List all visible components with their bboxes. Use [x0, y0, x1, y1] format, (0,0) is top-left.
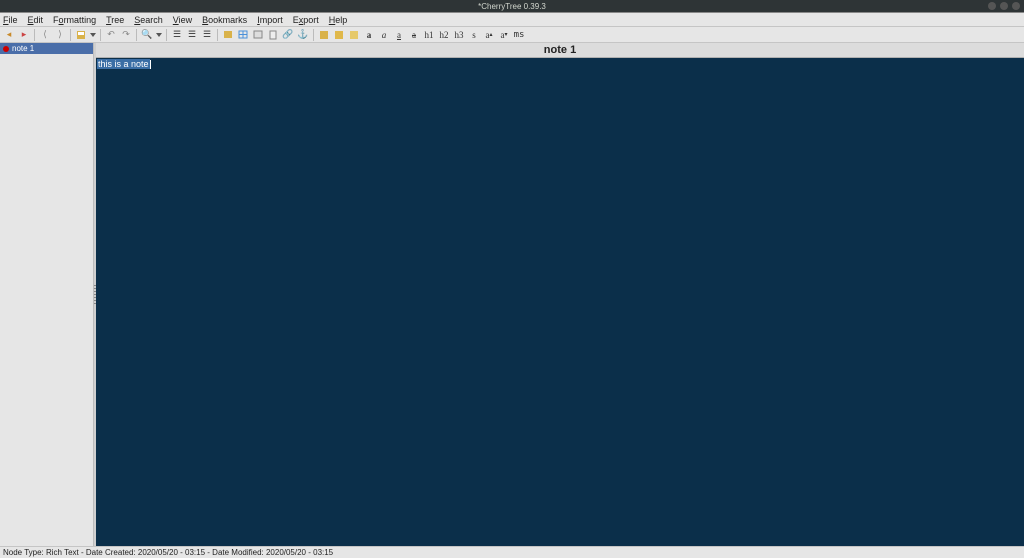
menu-tree[interactable]: Tree — [106, 15, 124, 25]
maximize-button[interactable] — [1000, 2, 1008, 10]
editor-wrap: this is a note — [96, 58, 1024, 546]
color-fg-icon[interactable] — [318, 29, 330, 41]
zoom-in-icon[interactable]: 🔍 — [141, 29, 153, 41]
save-dropdown[interactable] — [90, 29, 96, 41]
main-body: note 1 note 1 this is a note — [0, 43, 1024, 546]
node-title: note 1 — [96, 43, 1024, 58]
redo-icon[interactable]: ↷ — [120, 29, 132, 41]
tree-item-label: note 1 — [12, 44, 34, 53]
color-bg-icon[interactable] — [333, 29, 345, 41]
menu-view[interactable]: View — [173, 15, 192, 25]
menu-bar: File Edit Formatting Tree Search View Bo… — [0, 13, 1024, 27]
toolbar-separator — [70, 29, 71, 41]
text-cursor — [150, 60, 151, 69]
superscript-button[interactable]: a▴ — [483, 29, 495, 41]
toolbar-separator — [217, 29, 218, 41]
menu-search[interactable]: Search — [134, 15, 163, 25]
nav-back-icon[interactable]: ⟨ — [39, 29, 51, 41]
toolbar-separator — [166, 29, 167, 41]
toolbar: ◂ ▸ ⟨ ⟩ ↶ ↷ 🔍 ☰ ☰ ☰ 🔗 ⚓ a a a a h1 h2 h3 — [0, 27, 1024, 43]
todo-list-icon[interactable]: ☰ — [201, 29, 213, 41]
monospace-button[interactable]: ms — [513, 29, 525, 41]
arrow-left-icon[interactable]: ◂ — [3, 29, 15, 41]
menu-import[interactable]: Import — [257, 15, 283, 25]
underline-button[interactable]: a — [393, 29, 405, 41]
h2-button[interactable]: h2 — [438, 29, 450, 41]
toolbar-separator — [100, 29, 101, 41]
bullet-list-icon[interactable]: ☰ — [171, 29, 183, 41]
toolbar-separator — [34, 29, 35, 41]
tree-item[interactable]: note 1 — [0, 43, 93, 54]
minimize-button[interactable] — [988, 2, 996, 10]
menu-edit[interactable]: Edit — [28, 15, 44, 25]
status-text: Node Type: Rich Text - Date Created: 202… — [3, 548, 333, 557]
text-editor[interactable]: this is a note — [96, 58, 1024, 546]
h3-button[interactable]: h3 — [453, 29, 465, 41]
menu-bookmarks[interactable]: Bookmarks — [202, 15, 247, 25]
status-bar: Node Type: Rich Text - Date Created: 202… — [0, 546, 1024, 558]
bold-button[interactable]: a — [363, 29, 375, 41]
nav-forward-icon[interactable]: ⟩ — [54, 29, 66, 41]
editor-content: this is a note — [97, 59, 150, 69]
editor-panel: note 1 this is a note — [96, 43, 1024, 546]
strike-button[interactable]: a — [408, 29, 420, 41]
insert-codebox-icon[interactable] — [252, 29, 264, 41]
undo-icon[interactable]: ↶ — [105, 29, 117, 41]
window-buttons — [988, 2, 1020, 10]
menu-formatting[interactable]: Formatting — [53, 15, 96, 25]
insert-table-icon[interactable] — [237, 29, 249, 41]
toolbar-separator — [136, 29, 137, 41]
insert-link-icon[interactable]: 🔗 — [282, 29, 294, 41]
color-clear-icon[interactable] — [348, 29, 360, 41]
menu-export[interactable]: Export — [293, 15, 319, 25]
numbered-list-icon[interactable]: ☰ — [186, 29, 198, 41]
small-button[interactable]: s — [468, 29, 480, 41]
toolbar-separator — [313, 29, 314, 41]
italic-button[interactable]: a — [378, 29, 390, 41]
subscript-button[interactable]: a▾ — [498, 29, 510, 41]
node-bullet-icon — [3, 46, 9, 52]
tree-panel[interactable]: note 1 — [0, 43, 94, 546]
close-button[interactable] — [1012, 2, 1020, 10]
save-icon[interactable] — [75, 29, 87, 41]
menu-help[interactable]: Help — [329, 15, 348, 25]
zoom-dropdown[interactable] — [156, 29, 162, 41]
menu-file[interactable]: File — [3, 15, 18, 25]
app-window: File Edit Formatting Tree Search View Bo… — [0, 12, 1024, 558]
insert-anchor-icon[interactable]: ⚓ — [297, 29, 309, 41]
window-title: *CherryTree 0.39.3 — [478, 2, 546, 11]
title-bar: *CherryTree 0.39.3 — [0, 0, 1024, 12]
insert-image-icon[interactable] — [222, 29, 234, 41]
arrow-right-icon[interactable]: ▸ — [18, 29, 30, 41]
h1-button[interactable]: h1 — [423, 29, 435, 41]
insert-file-icon[interactable] — [267, 29, 279, 41]
